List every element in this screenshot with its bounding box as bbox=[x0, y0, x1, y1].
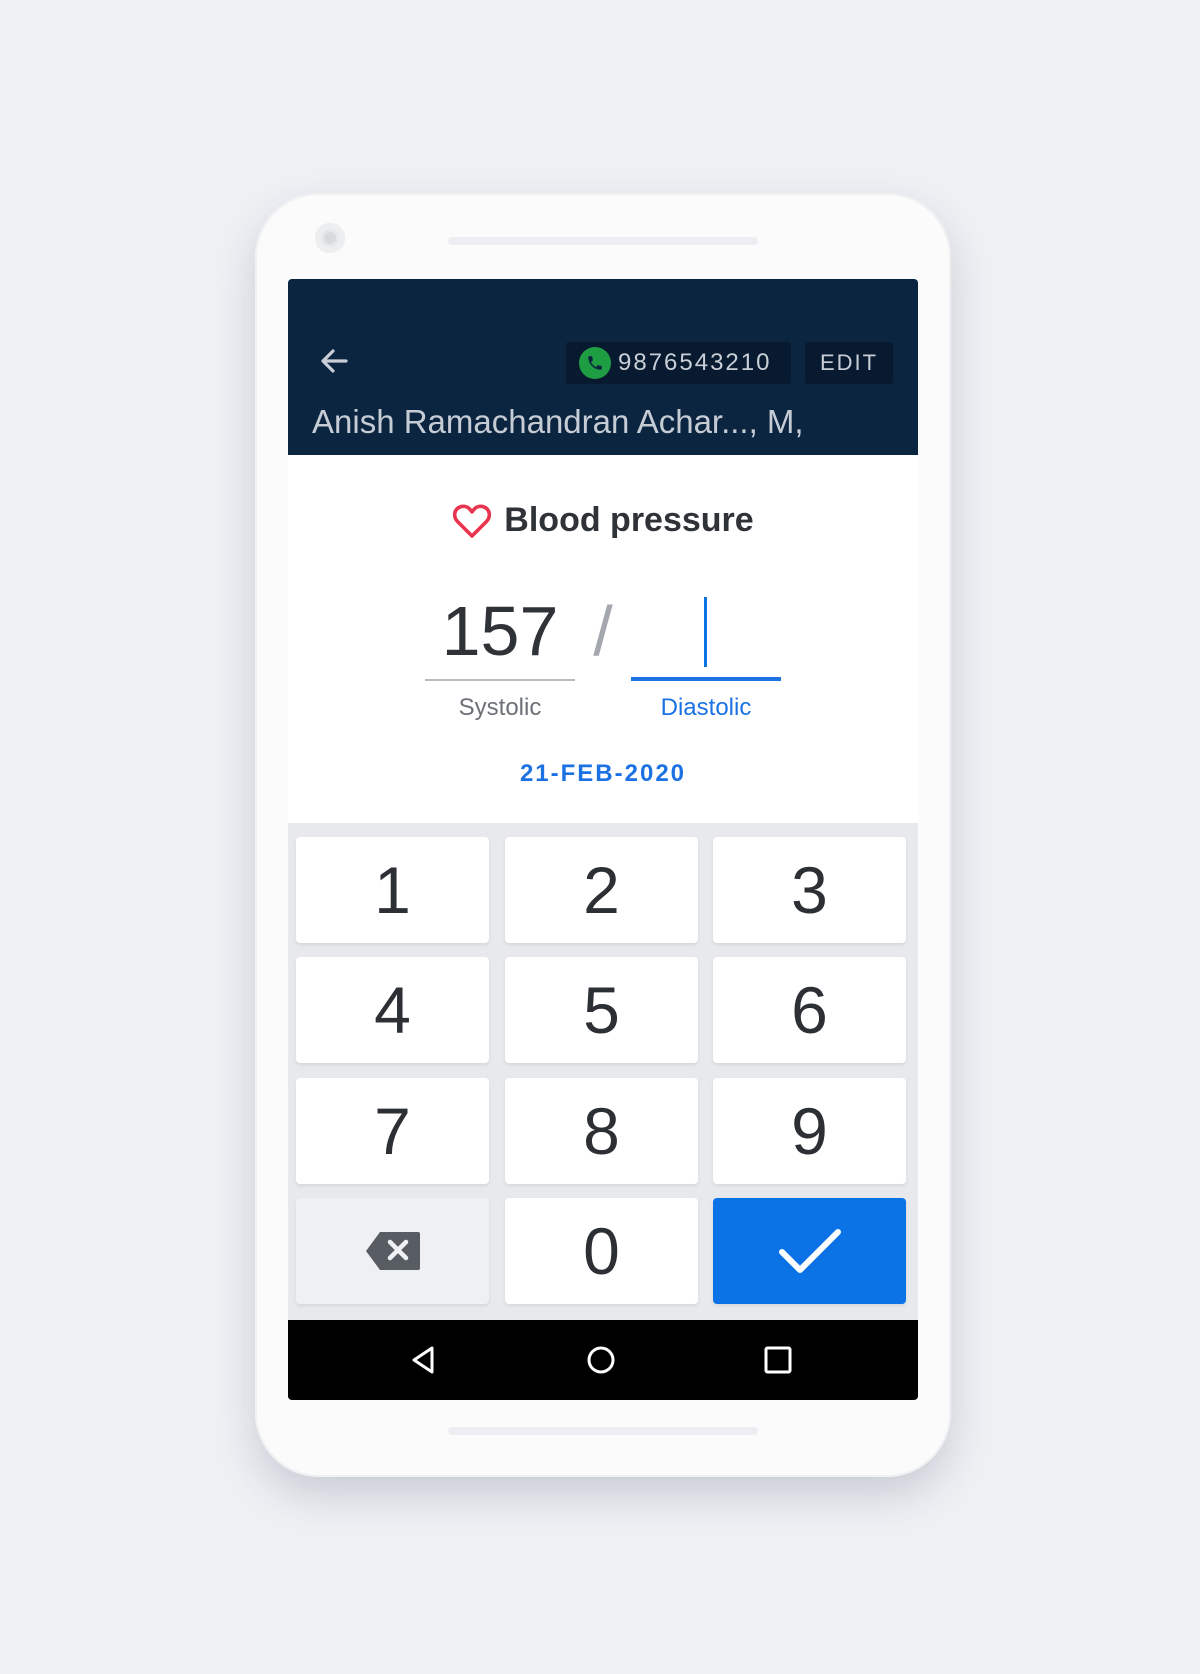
measurement-title: Blood pressure bbox=[288, 501, 918, 540]
key-6[interactable]: 6 bbox=[713, 957, 906, 1063]
phone-number: 9876543210 bbox=[618, 349, 772, 376]
key-0[interactable]: 0 bbox=[505, 1198, 698, 1304]
backspace-key[interactable] bbox=[296, 1198, 489, 1304]
heart-outline-icon bbox=[453, 504, 492, 538]
key-5[interactable]: 5 bbox=[505, 957, 698, 1063]
measurement-title-label: Blood pressure bbox=[504, 501, 754, 539]
key-2[interactable]: 2 bbox=[505, 837, 698, 943]
done-key[interactable] bbox=[713, 1198, 906, 1304]
systolic-input[interactable]: 157 bbox=[425, 591, 575, 671]
key-3[interactable]: 3 bbox=[713, 837, 906, 943]
key-8[interactable]: 8 bbox=[505, 1078, 698, 1184]
diastolic-input[interactable] bbox=[631, 597, 781, 681]
patient-name: Anish Ramachandran Achar..., M, bbox=[312, 403, 804, 440]
arrow-left-icon bbox=[321, 349, 348, 373]
edit-button[interactable]: EDIT bbox=[805, 342, 893, 384]
key-1[interactable]: 1 bbox=[296, 837, 489, 943]
phone-icon bbox=[579, 347, 611, 379]
key-7[interactable]: 7 bbox=[296, 1078, 489, 1184]
key-9[interactable]: 9 bbox=[713, 1078, 906, 1184]
text-cursor bbox=[704, 597, 707, 667]
camera-icon bbox=[315, 223, 345, 253]
systolic-underline bbox=[425, 679, 575, 681]
app-bar: 9876543210 EDIT Anish Ramachandran Achar… bbox=[288, 279, 918, 455]
triangle-back-icon bbox=[412, 1346, 434, 1374]
systolic-label: Systolic bbox=[458, 694, 542, 721]
diastolic-label: Diastolic bbox=[660, 694, 752, 721]
measurement-date-button[interactable]: 21-FEB-2020 bbox=[288, 760, 918, 788]
system-navigation-bar bbox=[288, 1320, 918, 1400]
bottom-grille bbox=[448, 1427, 758, 1435]
back-button[interactable] bbox=[314, 341, 354, 381]
circle-home-icon bbox=[587, 1346, 615, 1374]
square-recents-icon bbox=[764, 1346, 792, 1374]
bp-separator: / bbox=[593, 592, 613, 670]
call-patient-button[interactable]: 9876543210 bbox=[566, 342, 791, 384]
backspace-icon bbox=[365, 1232, 420, 1270]
nav-home-button[interactable] bbox=[581, 1340, 621, 1380]
nav-back-button[interactable] bbox=[403, 1340, 443, 1380]
speaker-grille bbox=[448, 237, 758, 245]
app-screen: 9876543210 EDIT Anish Ramachandran Achar… bbox=[288, 279, 918, 1400]
checkmark-icon bbox=[778, 1229, 841, 1273]
nav-recents-button[interactable] bbox=[758, 1340, 798, 1380]
numeric-keypad: 1 2 3 4 5 6 7 8 9 0 bbox=[288, 823, 918, 1320]
key-4[interactable]: 4 bbox=[296, 957, 489, 1063]
diastolic-underline bbox=[631, 677, 781, 681]
